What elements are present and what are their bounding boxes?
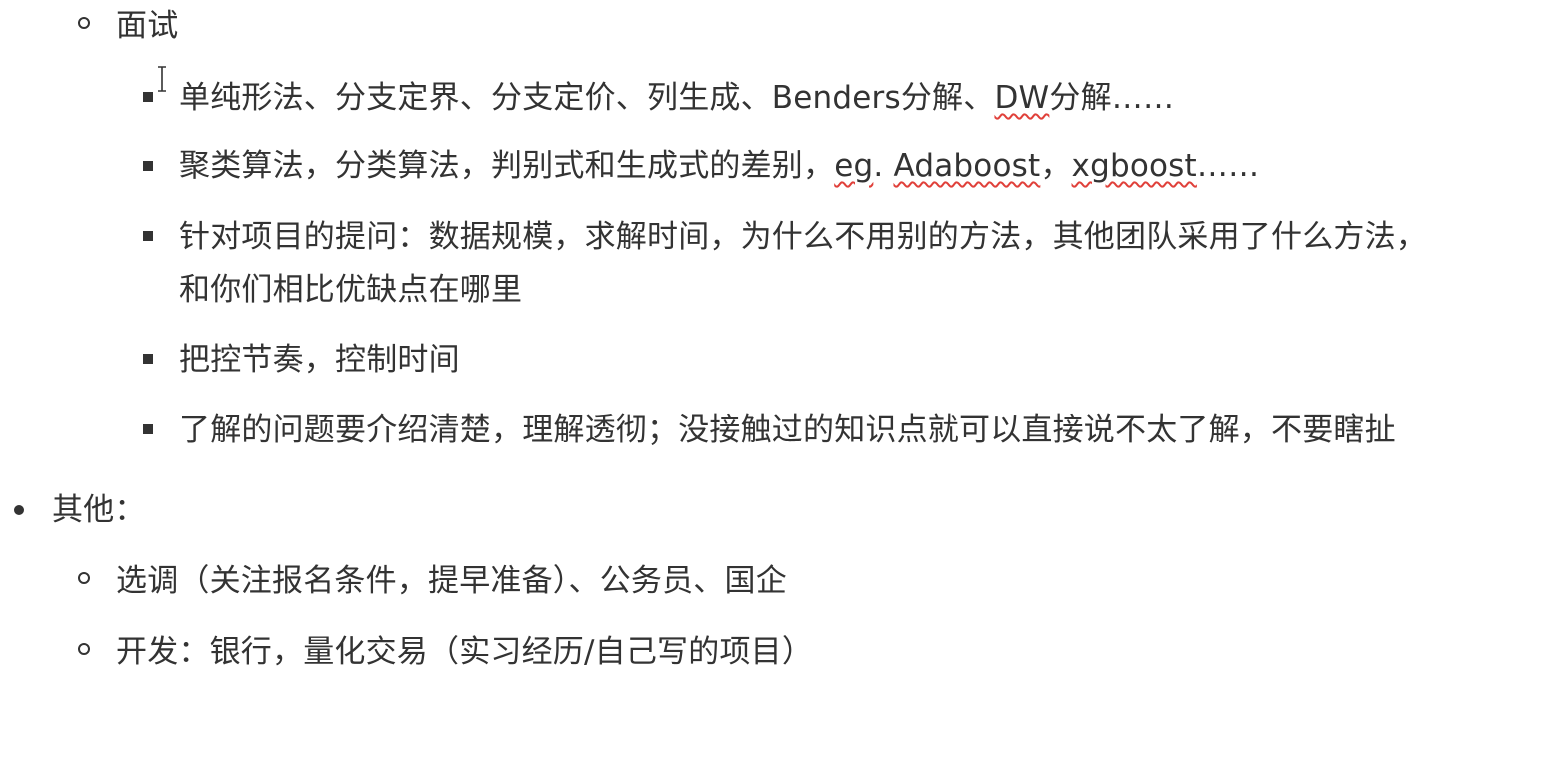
- disc-bullet-icon: [14, 505, 24, 515]
- interview-item-2-text-b: .: [873, 148, 894, 184]
- cropped-area: [0, 676, 1551, 771]
- interview-item-2-text-c: ，: [1040, 148, 1072, 184]
- spellcheck-word: eg: [834, 148, 874, 184]
- square-bullet-icon: [143, 161, 153, 171]
- circle-bullet-icon: [78, 643, 90, 655]
- text-cursor-icon: [158, 66, 166, 92]
- document-body[interactable]: 面试 单纯形法、分支定界、分支定价、列生成、Benders分解、DW分解…… 聚…: [0, 0, 1551, 771]
- interview-item-4: 把控节奏，控制时间: [179, 342, 460, 378]
- circle-bullet-icon: [78, 572, 90, 584]
- interview-item-2-text: 聚类算法，分类算法，判别式和生成式的差别，: [179, 148, 835, 184]
- interview-item-3-line-1: 针对项目的提问：数据规模，求解时间，为什么不用别的方法，其他团队采用了什么方法，: [179, 219, 1427, 255]
- square-bullet-icon: [143, 92, 153, 102]
- interview-item-1-text: 单纯形法、分支定界、分支定价、列生成、Benders分解、: [179, 80, 995, 116]
- spellcheck-word: Adaboost: [893, 148, 1041, 184]
- other-heading: 其他：: [52, 492, 146, 528]
- square-bullet-icon: [143, 231, 153, 241]
- other-item-1: 选调（关注报名条件，提早准备）、公务员、国企: [116, 563, 787, 599]
- interview-heading: 面试: [116, 8, 179, 44]
- spellcheck-word: xgboost: [1071, 148, 1197, 184]
- interview-item-1: 单纯形法、分支定界、分支定价、列生成、Benders分解、DW分解……: [179, 78, 1174, 118]
- interview-item-1-text-end: 分解……: [1049, 80, 1175, 116]
- interview-item-3-line-2: 和你们相比优缺点在哪里: [179, 272, 523, 308]
- square-bullet-icon: [143, 424, 153, 434]
- interview-item-2-text-end: ……: [1196, 148, 1260, 184]
- circle-bullet-icon: [78, 17, 90, 29]
- other-item-2: 开发：银行，量化交易（实习经历/自己写的项目）: [116, 634, 814, 670]
- square-bullet-icon: [143, 354, 153, 364]
- interview-item-2: 聚类算法，分类算法，判别式和生成式的差别，eg. Adaboost，xgboos…: [179, 146, 1259, 186]
- interview-item-5: 了解的问题要介绍清楚，理解透彻；没接触过的知识点就可以直接说不太了解，不要瞎扯: [179, 412, 1396, 448]
- spellcheck-word: DW: [994, 80, 1050, 116]
